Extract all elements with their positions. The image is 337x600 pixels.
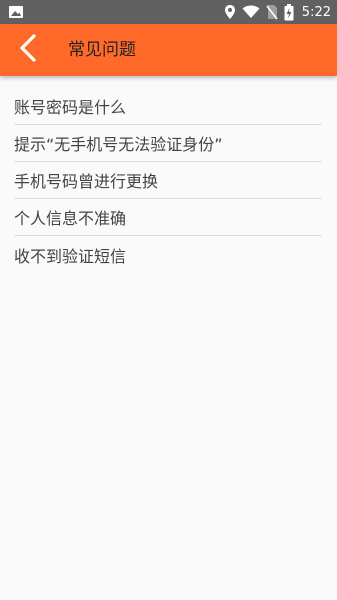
faq-item-info-inaccurate[interactable]: 个人信息不准确 [14, 199, 322, 236]
wifi-icon [242, 5, 260, 19]
faq-item-label: 收不到验证短信 [14, 246, 127, 266]
location-icon [224, 4, 236, 20]
faq-item-no-phone-verification[interactable]: 提示“无手机号无法验证身份” [14, 125, 322, 162]
faq-item-label: 个人信息不准确 [14, 209, 127, 228]
status-icons: 5:22 [224, 0, 331, 24]
faq-item-label: 账号密码是什么 [14, 98, 127, 117]
faq-item-label: 提示“无手机号无法验证身份” [14, 135, 223, 154]
no-sim-icon [266, 4, 278, 20]
image-icon [8, 4, 24, 20]
page-title: 常见问题 [68, 40, 136, 60]
faq-list: 账号密码是什么 提示“无手机号无法验证身份” 手机号码曾进行更换 个人信息不准确… [0, 88, 337, 273]
battery-charging-icon [284, 3, 294, 21]
faq-item-no-sms[interactable]: 收不到验证短信 [14, 236, 322, 273]
app-bar: 常见问题 [0, 24, 337, 76]
faq-item-label: 手机号码曾进行更换 [14, 172, 159, 191]
faq-item-phone-changed[interactable]: 手机号码曾进行更换 [14, 162, 322, 199]
chevron-left-icon [17, 33, 39, 67]
back-button[interactable] [4, 24, 52, 76]
status-bar: 5:22 [0, 0, 337, 24]
faq-item-account-password[interactable]: 账号密码是什么 [14, 88, 322, 125]
status-time: 5:22 [301, 4, 331, 20]
